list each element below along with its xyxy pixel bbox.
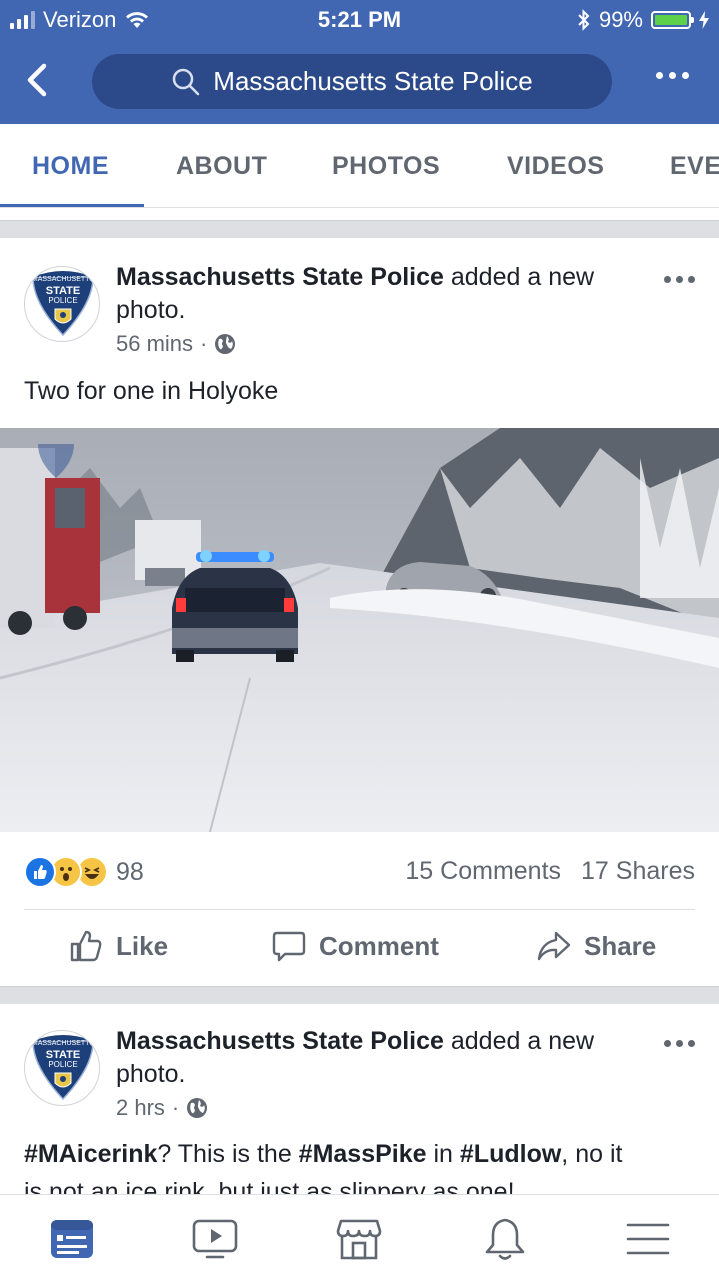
comment-icon xyxy=(272,931,306,962)
notifications-bell-icon[interactable] xyxy=(481,1215,529,1263)
hashtag-link[interactable]: #Ludlow xyxy=(460,1140,561,1168)
thumbs-up-icon xyxy=(70,930,102,962)
post-options-icon[interactable] xyxy=(664,1040,695,1047)
post-options-icon[interactable] xyxy=(664,276,695,283)
tab-home[interactable]: HOME xyxy=(32,152,109,181)
comment-count[interactable]: 15 Comments xyxy=(405,857,561,886)
avatar[interactable]: MASSACHUSETTS STATE POLICE xyxy=(24,1030,100,1106)
comment-label: Comment xyxy=(319,930,439,961)
status-bar: Verizon 5:21 PM 99% xyxy=(0,0,719,40)
bluetooth-icon xyxy=(578,9,590,31)
tab-photos[interactable]: PHOTOS xyxy=(332,152,440,181)
share-count[interactable]: 17 Shares xyxy=(581,857,695,886)
more-options-icon[interactable] xyxy=(656,72,689,79)
search-text: Massachusetts State Police xyxy=(213,66,533,96)
post-time[interactable]: 2 hrs xyxy=(116,1095,165,1121)
like-label: Like xyxy=(116,930,169,961)
active-tab-indicator xyxy=(0,204,144,207)
menu-icon[interactable] xyxy=(624,1215,672,1263)
charging-icon xyxy=(699,11,709,29)
search-bar[interactable]: Massachusetts State Police xyxy=(92,54,612,109)
post-actions: Like Comment Share xyxy=(0,910,719,986)
post-header-text: Massachusetts State Police added a new p… xyxy=(116,261,646,327)
navigation-bar: Massachusetts State Police xyxy=(0,40,719,124)
post-photo[interactable] xyxy=(0,428,719,832)
battery-icon xyxy=(651,11,694,29)
post-stats: 15 Comments 17 Shares xyxy=(405,857,695,886)
tab-about[interactable]: ABOUT xyxy=(176,152,267,181)
share-label: Share xyxy=(584,930,657,961)
badge-text-top: MASSACHUSETTS xyxy=(32,1040,95,1047)
state-police-badge-icon: MASSACHUSETTS STATE POLICE xyxy=(32,1035,95,1101)
marketplace-icon[interactable] xyxy=(335,1215,383,1263)
back-icon[interactable] xyxy=(20,62,56,98)
post-author[interactable]: Massachusetts State Police xyxy=(116,1027,444,1055)
feed-separator xyxy=(0,986,719,1004)
reactions-summary[interactable]: 98 xyxy=(24,856,144,888)
bottom-tab-bar xyxy=(0,1194,719,1280)
badge-text-police: POLICE xyxy=(48,296,77,305)
post-time[interactable]: 56 mins xyxy=(116,331,193,357)
comment-button[interactable]: Comment xyxy=(271,928,439,964)
share-icon xyxy=(537,931,571,961)
badge-text-top: MASSACHUSETTS xyxy=(32,276,95,283)
feed-separator xyxy=(0,220,719,238)
badge-text-police: POLICE xyxy=(48,1060,77,1069)
search-icon xyxy=(173,68,200,95)
hashtag-link[interactable]: #MassPike xyxy=(299,1140,427,1168)
state-police-badge-icon: MASSACHUSETTS STATE POLICE xyxy=(32,271,95,337)
like-button[interactable]: Like xyxy=(68,928,168,964)
tab-videos[interactable]: VIDEOS xyxy=(507,152,604,181)
watch-video-icon[interactable] xyxy=(191,1215,239,1263)
hashtag-link[interactable]: #MAicerink xyxy=(24,1140,157,1168)
top-bar: Verizon 5:21 PM 99% Massachusetts State … xyxy=(0,0,719,124)
share-button[interactable]: Share xyxy=(536,928,656,964)
page-tabs: HOME ABOUT PHOTOS VIDEOS EVE xyxy=(0,124,719,208)
like-reaction-icon xyxy=(24,856,56,888)
tab-events[interactable]: EVE xyxy=(670,152,719,181)
post-header-text: Massachusetts State Police added a new p… xyxy=(116,1025,646,1091)
post-author[interactable]: Massachusetts State Police xyxy=(116,263,444,291)
news-feed-icon[interactable] xyxy=(48,1215,96,1263)
battery-percent: 99% xyxy=(598,7,643,32)
post-text: #MAicerink? This is the #MassPike in #Lu… xyxy=(24,1140,623,1168)
post-text: Two for one in Holyoke xyxy=(24,377,279,405)
post-meta: 56 mins · xyxy=(116,331,236,357)
globe-icon xyxy=(187,1098,208,1118)
globe-icon xyxy=(215,334,236,354)
snow-scene-image xyxy=(0,428,719,832)
post-meta: 2 hrs · xyxy=(116,1095,208,1121)
avatar[interactable]: MASSACHUSETTS STATE POLICE xyxy=(24,266,100,342)
reaction-count: 98 xyxy=(116,857,144,886)
